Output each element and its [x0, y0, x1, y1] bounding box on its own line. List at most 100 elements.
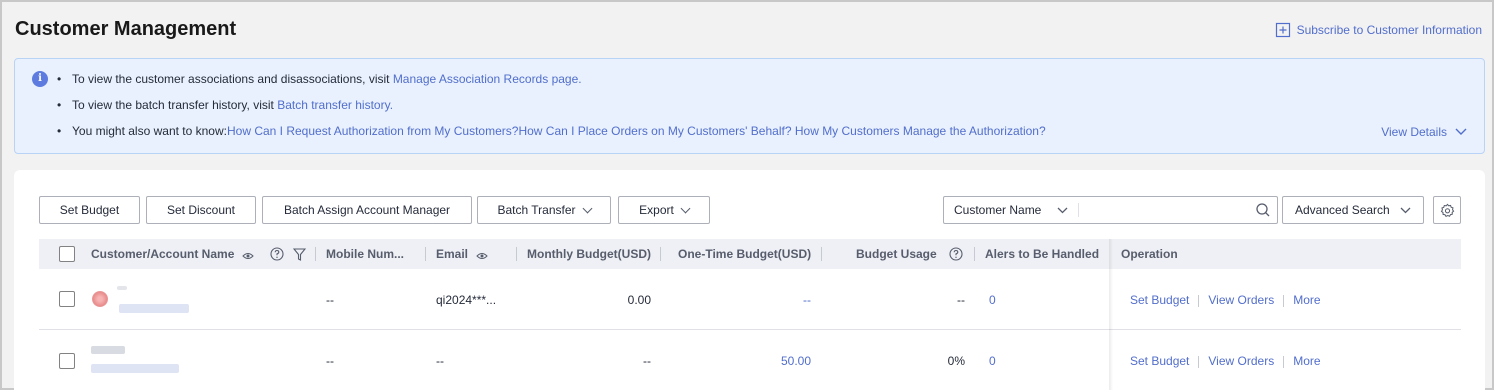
- view-orders-link[interactable]: View Orders: [1208, 354, 1274, 368]
- info-icon: i: [32, 71, 48, 87]
- column-separator: [974, 247, 975, 261]
- advanced-search-dropdown[interactable]: Advanced Search: [1282, 196, 1424, 224]
- budget-usage-cell: --: [957, 293, 965, 307]
- row-checkbox[interactable]: [59, 353, 75, 369]
- column-separator: [821, 247, 822, 261]
- eye-icon[interactable]: [476, 252, 488, 260]
- set-budget-label: Set Budget: [59, 203, 120, 217]
- operation-separator: [1283, 355, 1285, 368]
- search-icon[interactable]: [1255, 202, 1271, 218]
- column-separator: [516, 247, 517, 261]
- alerts-cell[interactable]: 0: [989, 354, 996, 368]
- column-header-mobile: Mobile Num...: [326, 239, 404, 269]
- column-separator: [660, 247, 661, 261]
- one-time-budget-cell[interactable]: --: [699, 293, 811, 307]
- help-icon[interactable]: [270, 247, 284, 261]
- email-cell: --: [436, 354, 444, 368]
- column-name-label: Customer/Account Name: [91, 247, 235, 261]
- customer-name-redacted: [117, 286, 127, 290]
- one-time-budget-cell[interactable]: 50.00: [699, 354, 811, 368]
- search-input[interactable]: [1080, 199, 1250, 221]
- view-details-toggle[interactable]: View Details: [1381, 125, 1467, 139]
- column-separator: [425, 247, 426, 261]
- column-monthly-budget-label: Monthly Budget(USD): [527, 247, 651, 261]
- chevron-down-icon: [582, 203, 592, 213]
- operation-cell: Set Budget View Orders More: [1130, 354, 1321, 368]
- monthly-budget-cell: --: [643, 354, 651, 368]
- search-divider: [1078, 203, 1079, 217]
- column-email-label: Email: [436, 247, 469, 261]
- subscribe-icon: [1275, 22, 1290, 38]
- notice-text-1: To view the customer associations and di…: [72, 72, 393, 86]
- notice-line-3: • You might also want to know:How Can I R…: [57, 124, 1046, 138]
- batch-transfer-label: Batch Transfer: [497, 203, 576, 217]
- eye-icon[interactable]: [242, 252, 255, 260]
- set-budget-link[interactable]: Set Budget: [1130, 354, 1189, 368]
- operation-cell: Set Budget View Orders More: [1130, 293, 1321, 307]
- account-name-redacted[interactable]: [119, 304, 189, 313]
- chevron-down-icon: [1400, 207, 1411, 213]
- chevron-down-icon: [1455, 128, 1467, 135]
- export-label: Export: [639, 203, 674, 217]
- customer-panel: Set Budget Set Discount Batch Assign Acc…: [14, 170, 1485, 390]
- mobile-cell: --: [326, 354, 334, 368]
- alerts-cell[interactable]: 0: [989, 293, 996, 307]
- batch-transfer-history-link[interactable]: Batch transfer history.: [277, 98, 393, 112]
- place-orders-link[interactable]: How Can I Place Orders on My Customers' …: [518, 124, 791, 138]
- filter-icon[interactable]: [293, 247, 307, 261]
- set-discount-button[interactable]: Set Discount: [146, 196, 256, 224]
- mobile-cell: --: [326, 293, 334, 307]
- request-authorization-link[interactable]: How Can I Request Authorization from My …: [227, 124, 518, 138]
- batch-assign-button[interactable]: Batch Assign Account Manager: [262, 196, 472, 224]
- manage-authorization-link[interactable]: How My Customers Manage the Authorizatio…: [792, 124, 1046, 138]
- manage-association-link[interactable]: Manage Association Records page.: [393, 72, 582, 86]
- table-row: -- qi2024***... 0.00 -- -- 0 Set Budget V…: [39, 269, 1461, 330]
- column-header-alerts: Alers to Be Handled: [985, 239, 1099, 269]
- advanced-search-label: Advanced Search: [1295, 203, 1390, 217]
- help-icon[interactable]: [949, 247, 963, 261]
- batch-assign-label: Batch Assign Account Manager: [283, 203, 451, 217]
- column-header-email: Email: [436, 239, 488, 269]
- export-dropdown[interactable]: Export: [618, 196, 710, 224]
- notice-box: i • To view the customer associations and…: [14, 58, 1485, 154]
- window-frame: Customer Management Subscribe to Custome…: [0, 0, 1494, 390]
- batch-transfer-dropdown[interactable]: Batch Transfer: [477, 196, 611, 224]
- search-field-label: Customer Name: [954, 203, 1042, 217]
- avatar: [92, 291, 108, 307]
- column-alerts-label: Alers to Be Handled: [985, 247, 1100, 261]
- notice-line-2: • To view the batch transfer history, vis…: [57, 98, 394, 112]
- select-all-checkbox[interactable]: [59, 246, 75, 262]
- fixed-column-shadow: [1109, 239, 1113, 390]
- set-budget-button[interactable]: Set Budget: [39, 196, 140, 224]
- subscribe-label: Subscribe to Customer Information: [1296, 23, 1482, 37]
- monthly-budget-cell: 0.00: [627, 293, 651, 307]
- notice-text-3: You might also want to know:: [72, 124, 227, 138]
- column-budget-usage-label: Budget Usage: [856, 247, 937, 261]
- more-link[interactable]: More: [1293, 354, 1320, 368]
- email-cell: qi2024***...: [436, 293, 497, 307]
- operation-separator: [1198, 294, 1200, 307]
- operation-separator: [1198, 355, 1200, 368]
- customer-name-redacted: [91, 346, 125, 354]
- budget-usage-cell: 0%: [947, 354, 965, 368]
- table-header: Customer/Account Name Mobile Num... Emai…: [39, 239, 1461, 269]
- column-header-operation: Operation: [1121, 239, 1178, 269]
- notice-text-2: To view the batch transfer history, visi…: [72, 98, 278, 112]
- view-orders-link[interactable]: View Orders: [1208, 293, 1274, 307]
- search-box: Customer Name: [943, 196, 1278, 224]
- view-details-label: View Details: [1381, 125, 1447, 139]
- more-link[interactable]: More: [1293, 293, 1320, 307]
- gear-icon: [1440, 203, 1454, 217]
- row-checkbox[interactable]: [59, 291, 75, 307]
- column-one-time-budget-label: One-Time Budget(USD): [678, 247, 812, 261]
- table-settings-button[interactable]: [1433, 196, 1461, 224]
- subscribe-link[interactable]: Subscribe to Customer Information: [1275, 22, 1482, 38]
- table-row: -- -- -- 50.00 0% 0 Set Budget View Order…: [39, 330, 1461, 390]
- account-name-redacted[interactable]: [91, 364, 179, 373]
- search-field-select[interactable]: Customer Name: [944, 197, 1078, 223]
- notice-line-1: • To view the customer associations and d…: [57, 72, 582, 86]
- column-mobile-label: Mobile Num...: [326, 247, 404, 261]
- column-header-one-time-budget: One-Time Budget(USD): [678, 239, 811, 269]
- set-budget-link[interactable]: Set Budget: [1130, 293, 1189, 307]
- chevron-down-icon: [680, 203, 691, 213]
